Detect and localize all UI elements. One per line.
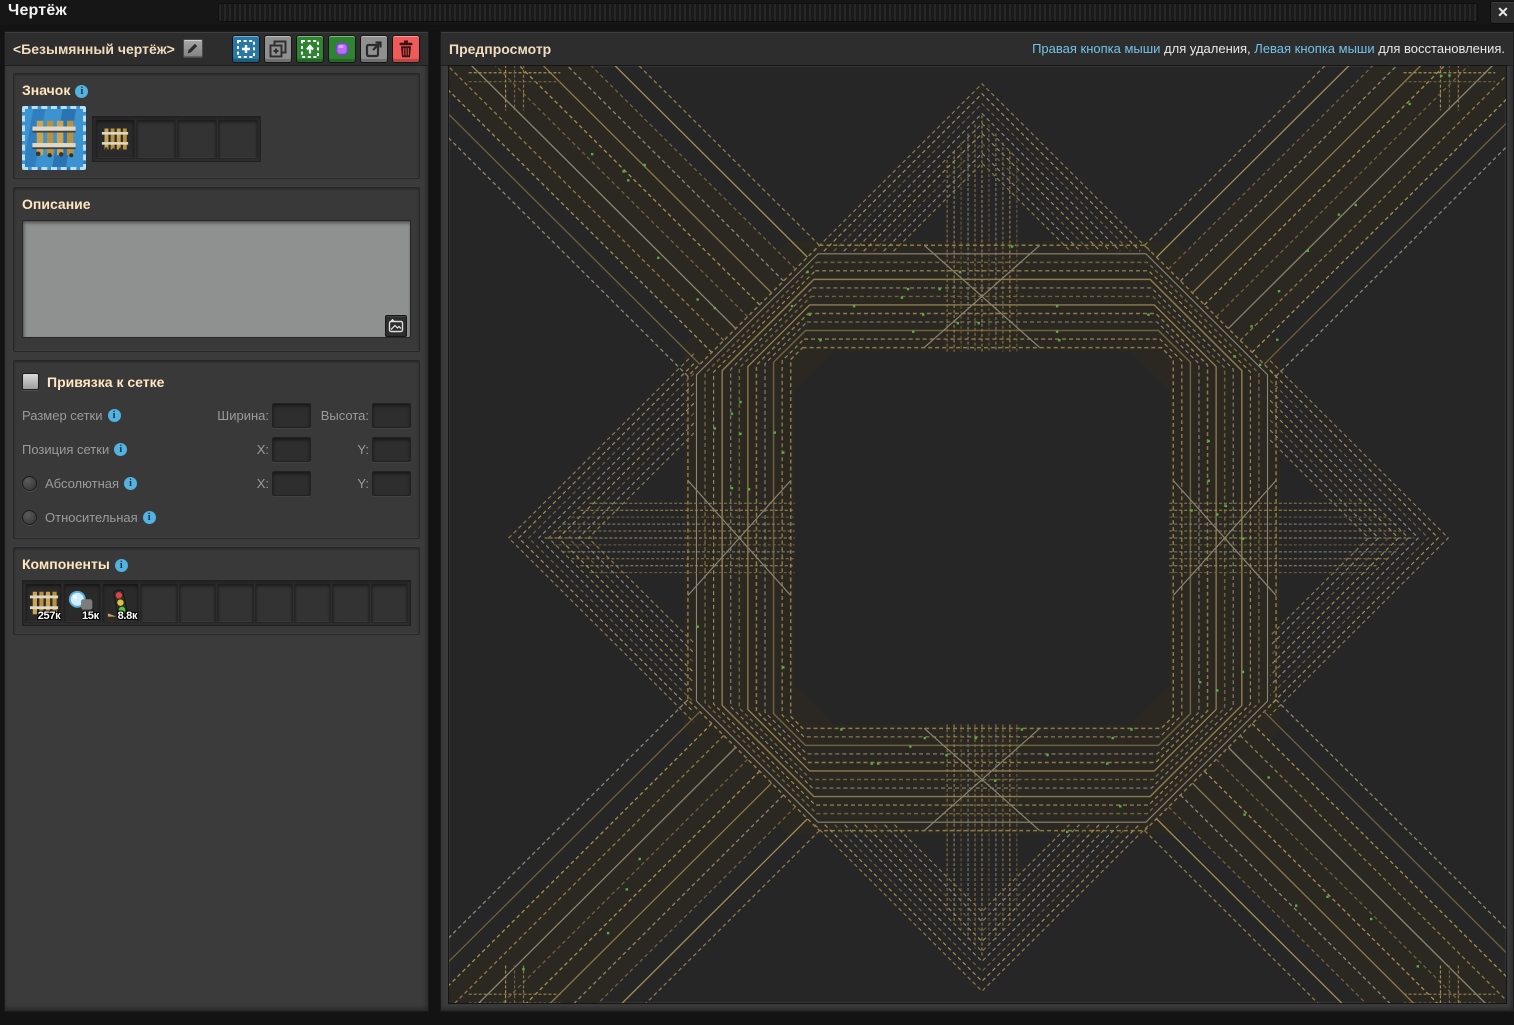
icon-slot-2[interactable] [136,119,176,159]
icon-section-title: Значок [22,82,71,98]
relative-radio[interactable] [22,510,37,525]
snap-to-grid-checkbox[interactable] [22,373,39,390]
info-icon: i [107,409,121,422]
x-label: X: [256,442,269,457]
description-title: Описание [22,196,91,212]
grid-pos-x-input[interactable] [272,437,311,462]
relative-label: Относительная [45,510,138,525]
blueprint-name: <Безымянный чертёж> [13,40,175,57]
preview-hint: Правая кнопка мыши для удаления, Левая к… [1032,41,1505,56]
image-icon [388,319,404,333]
hint-left-click: Левая кнопка мыши [1254,41,1375,56]
select-new-contents-button[interactable] [232,34,260,63]
description-textarea[interactable] [22,220,411,338]
hint-text: для восстановления. [1374,41,1505,56]
components-title: Компоненты [22,556,110,572]
icon-slot-4[interactable] [218,119,258,159]
width-label: Ширина: [217,408,269,423]
pencil-icon [187,43,198,54]
preview-panel: Предпросмотр Правая кнопка мыши для удал… [440,31,1514,1012]
drag-handle[interactable] [218,3,1478,22]
grid-position-label: Позиция сетки [22,442,110,457]
rename-button[interactable] [182,39,203,58]
select-additional-contents-button[interactable] [264,34,292,63]
description-section: Описание [13,187,420,352]
component-slot-empty[interactable] [255,583,293,623]
close-button[interactable]: ✕ [1490,1,1514,24]
blueprint-toolbar [232,34,420,63]
window-titlebar: Чертёж ✕ [0,0,1514,25]
tile-blob-icon [335,42,349,55]
rail-network-preview-image [449,66,1506,1003]
icon-slot-strip [92,116,261,162]
icon-section: Значок i [13,73,420,179]
stacked-squares-plus-icon [269,40,287,57]
component-count: 257к [37,610,61,622]
info-icon: i [114,559,128,572]
grid-pos-y-input[interactable] [372,437,411,462]
component-slot-empty[interactable] [293,583,332,623]
components-section: Компоненты i 257к 15к 8.8к [13,547,420,635]
blueprint-settings-panel: <Безымянный чертёж> Значок i Описание Пр… [4,31,429,1012]
select-area-plus-icon [237,39,255,58]
y-label: Y: [357,442,369,457]
component-slot-empty[interactable] [370,583,409,623]
toggle-tiles-button[interactable] [328,34,356,63]
export-arrow-icon [365,40,382,57]
y-label: Y: [357,476,369,491]
grid-width-input[interactable] [272,403,311,428]
close-icon: ✕ [1497,4,1509,20]
info-icon: i [114,443,128,456]
snap-to-grid-section: Привязка к сетке Размер сетки i Ширина: В… [13,360,420,539]
absolute-x-input[interactable] [272,471,311,496]
icon-slot-3[interactable] [177,119,217,159]
icon-slot-1[interactable] [95,119,135,159]
grid-size-label: Размер сетки [22,408,103,423]
component-count: 15к [81,610,99,622]
component-slot-empty[interactable] [140,583,178,623]
export-string-button[interactable] [360,34,388,63]
snap-to-grid-label: Привязка к сетке [47,373,165,390]
component-count: 8.8к [117,610,138,622]
trash-icon [399,40,413,57]
preview-title: Предпросмотр [449,40,552,57]
hint-right-click: Правая кнопка мыши [1032,41,1161,56]
select-area-up-arrow-icon [301,39,319,58]
x-label: X: [256,476,269,491]
rail-icon [32,120,76,158]
info-icon: i [142,511,156,524]
blueprint-preview[interactable] [448,65,1507,1004]
window-title: Чертёж [8,2,67,19]
info-icon: i [124,477,138,490]
components-strip: 257к 15к 8.8к [22,580,411,626]
blueprint-icon-preview[interactable] [22,106,86,170]
rail-icon [101,128,129,151]
blueprint-header: <Безымянный чертёж> [5,32,428,65]
delete-blueprint-button[interactable] [392,34,420,63]
component-slot-empty[interactable] [332,583,370,623]
component-slot-empty[interactable] [178,583,217,623]
blueprint-dialog: Чертёж ✕ <Безымянный чертёж> Значок i Оп… [0,0,1514,1025]
info-icon: i [75,85,89,98]
hint-text: для удаления, [1160,41,1255,56]
preview-header: Предпросмотр Правая кнопка мыши для удал… [441,32,1513,65]
absolute-label: Абсолютная [45,476,120,491]
grid-height-input[interactable] [372,403,411,428]
absolute-radio[interactable] [22,476,37,491]
absolute-y-input[interactable] [372,471,411,496]
component-slot-empty[interactable] [217,583,255,623]
component-slot-rail[interactable]: 257к [25,583,63,623]
update-contents-button[interactable] [296,34,324,63]
component-slot-rail-signal[interactable]: 8.8к [101,583,140,623]
add-image-button[interactable] [385,315,407,337]
component-slot-lamp[interactable]: 15к [63,583,101,623]
height-label: Высота: [320,408,369,423]
